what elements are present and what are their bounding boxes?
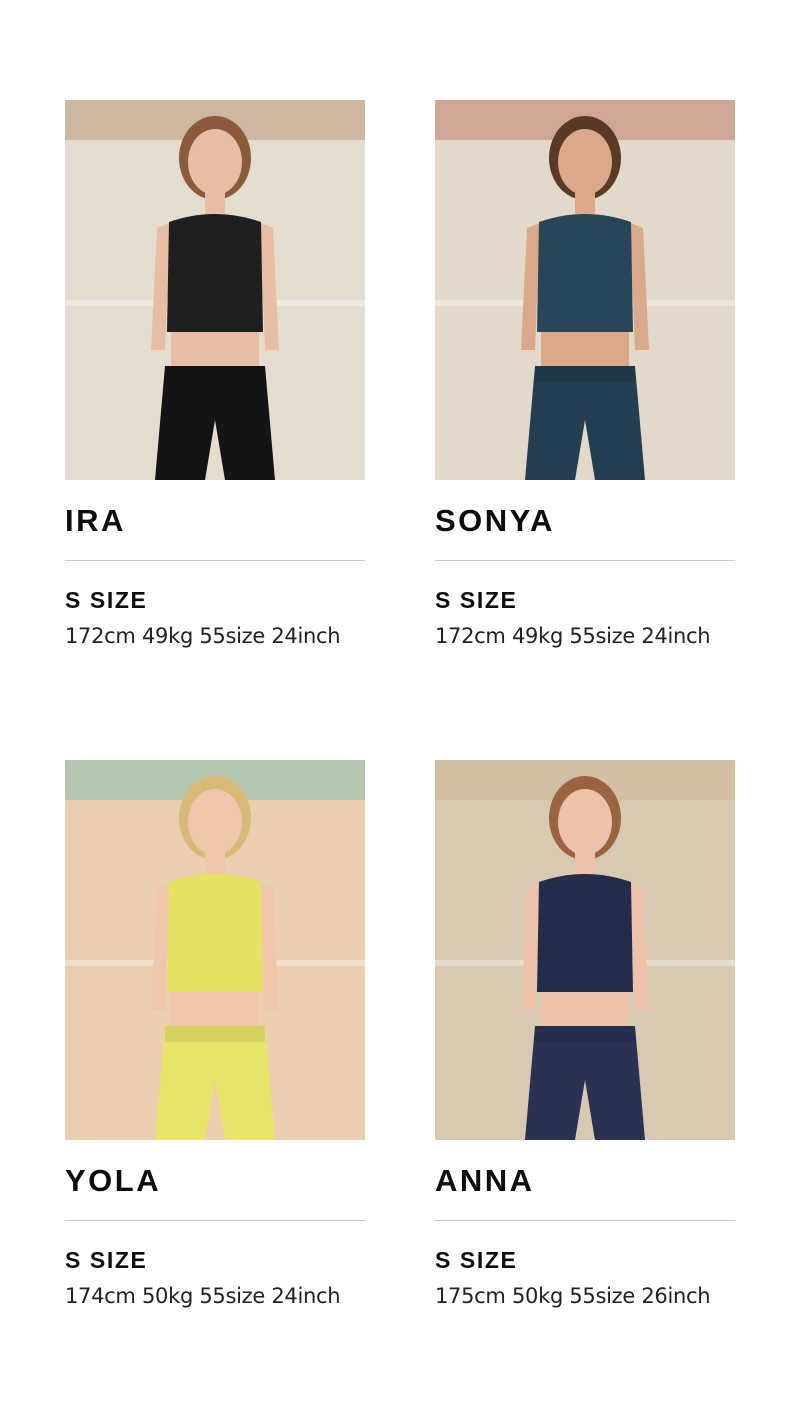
model-photo: [435, 100, 735, 480]
model-illustration: [65, 100, 365, 480]
model-illustration: [435, 760, 735, 1140]
model-name: IRA: [65, 503, 126, 538]
model-illustration: [65, 760, 365, 1140]
model-size-guide: IRA S SIZE 172cm 49kg 55size 24inch SONY…: [0, 0, 800, 1420]
model-photo: [65, 100, 365, 480]
model-card-anna: ANNA S SIZE 175cm 50kg 55size 26inch: [435, 760, 735, 1311]
size-label: S SIZE: [65, 587, 148, 613]
model-measurements: 172cm 49kg 55size 24inch: [65, 624, 341, 648]
model-photo: [65, 760, 365, 1140]
model-measurements: 175cm 50kg 55size 26inch: [435, 1284, 711, 1308]
model-measurements: 174cm 50kg 55size 24inch: [65, 1284, 341, 1308]
model-name: SONYA: [435, 503, 555, 538]
model-illustration: [435, 100, 735, 480]
divider: [435, 1220, 735, 1221]
model-card-sonya: SONYA S SIZE 172cm 49kg 55size 24inch: [435, 100, 735, 651]
divider: [65, 560, 365, 561]
model-name: YOLA: [65, 1163, 162, 1198]
size-label: S SIZE: [65, 1247, 148, 1273]
model-name: ANNA: [435, 1163, 535, 1198]
model-card-yola: YOLA S SIZE 174cm 50kg 55size 24inch: [65, 760, 365, 1311]
model-card-ira: IRA S SIZE 172cm 49kg 55size 24inch: [65, 100, 365, 651]
size-label: S SIZE: [435, 1247, 518, 1273]
divider: [435, 560, 735, 561]
model-measurements: 172cm 49kg 55size 24inch: [435, 624, 711, 648]
divider: [65, 1220, 365, 1221]
size-label: S SIZE: [435, 587, 518, 613]
model-photo: [435, 760, 735, 1140]
